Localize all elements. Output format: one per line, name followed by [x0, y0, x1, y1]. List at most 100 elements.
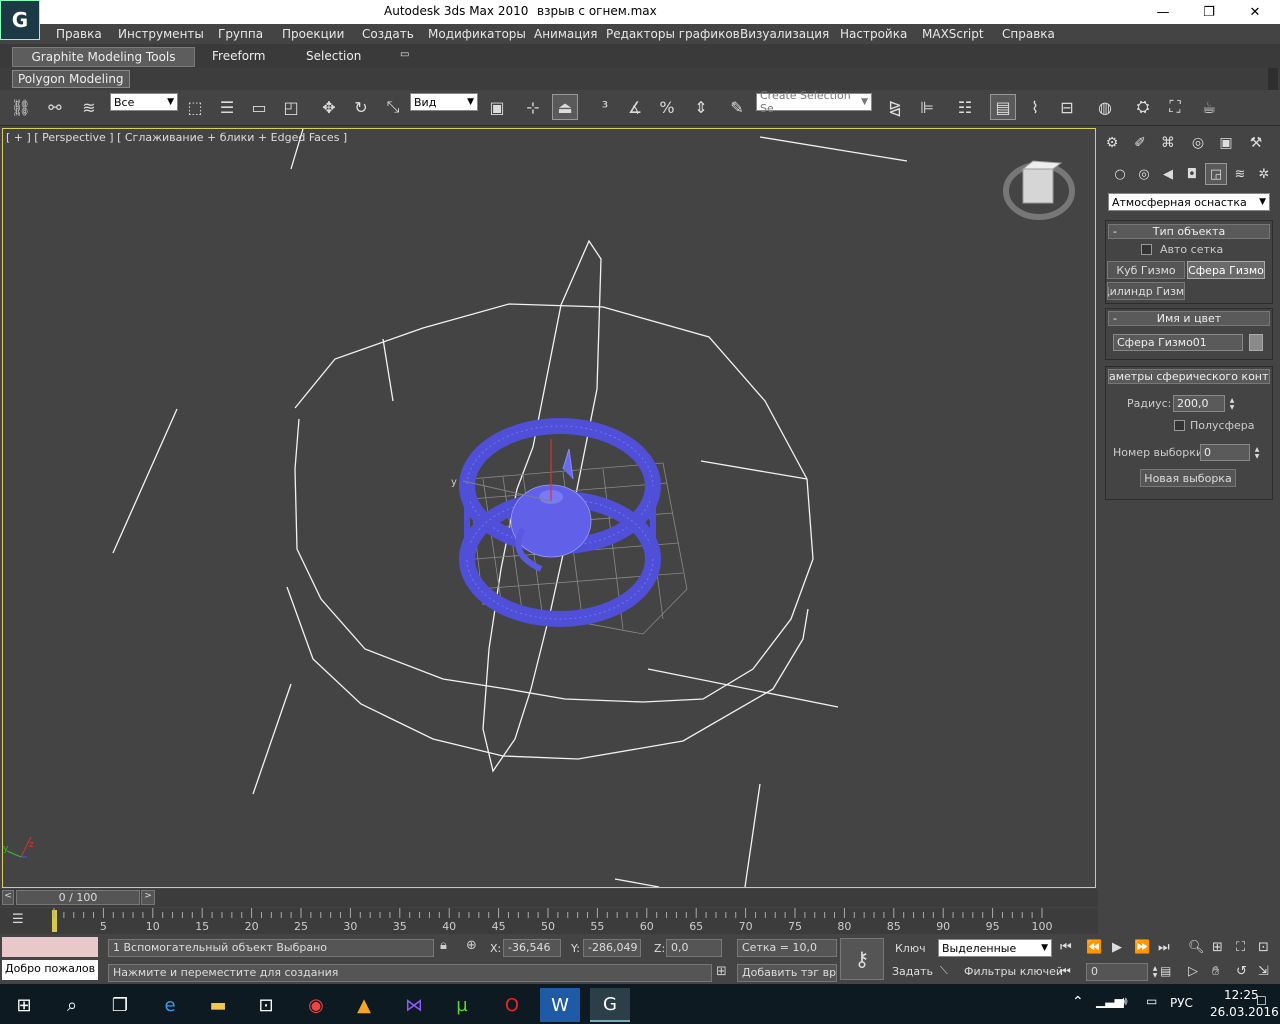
y-coordinate[interactable]: -286,049 — [583, 939, 641, 957]
menu-tools[interactable]: Инструменты — [118, 27, 204, 41]
utilities-tab-icon[interactable]: ⚒ — [1244, 132, 1268, 154]
chrome-icon[interactable]: ◉ — [296, 988, 336, 1022]
name-color-header[interactable]: - Имя и цвет — [1108, 311, 1270, 326]
close-button[interactable]: ✕ — [1232, 0, 1278, 24]
zoom-extents-all-icon[interactable]: ⊡ — [1258, 940, 1269, 955]
seed-input[interactable]: 0 — [1200, 444, 1250, 461]
maximize-viewport-icon[interactable]: ⇲ — [1258, 964, 1269, 979]
select-by-name-icon[interactable]: ☰ — [214, 94, 240, 120]
maxscript-listener-white[interactable]: Добро пожалов — [2, 960, 98, 980]
window-crossing-icon[interactable]: ◰ — [278, 94, 304, 120]
search-icon[interactable]: ⌕ — [52, 988, 92, 1022]
menu-graph-editors[interactable]: Редакторы графиков — [606, 27, 740, 41]
cylinder-gizmo-button[interactable]: Цилиндр Гизмо — [1107, 282, 1185, 300]
select-and-move-icon[interactable]: ✥ — [316, 94, 342, 120]
3dsmax-taskbar-icon[interactable]: G — [590, 988, 630, 1022]
object-type-header[interactable]: - Тип объекта — [1108, 224, 1270, 239]
file-explorer-icon[interactable]: ▬ — [198, 988, 238, 1022]
volume-icon[interactable]: 🔊︎ — [1120, 994, 1128, 1009]
input-language[interactable]: РУС — [1170, 996, 1193, 1010]
object-color-swatch[interactable] — [1249, 334, 1263, 351]
tab-graphite-modeling-tools[interactable]: Graphite Modeling Tools — [12, 47, 195, 67]
render-production-icon[interactable]: ☕ — [1196, 94, 1222, 120]
minimize-button[interactable]: — — [1140, 0, 1186, 24]
word-icon[interactable]: W — [540, 988, 580, 1022]
open-mini-curve-editor-icon[interactable]: ☰ — [12, 912, 30, 930]
viewcube-icon[interactable] — [1003, 160, 1075, 220]
render-setup-icon[interactable]: ⛭ — [1130, 94, 1156, 120]
z-coordinate[interactable]: 0,0 — [666, 939, 722, 957]
clock-date[interactable]: 26.03.2016 — [1210, 1005, 1279, 1019]
keyboard-shortcut-override-icon[interactable]: ⏏ — [552, 94, 578, 120]
new-seed-button[interactable]: Новая выборка — [1140, 469, 1236, 487]
store-icon[interactable]: ⊡ — [246, 988, 286, 1022]
tab-freeform[interactable]: Freeform — [204, 47, 273, 67]
helpers-icon[interactable]: ◲ — [1205, 163, 1227, 185]
percent-snap-icon[interactable]: % — [654, 94, 680, 120]
settings-gear-icon[interactable]: ⚙ — [1100, 132, 1124, 154]
ribbon-options-icon[interactable]: ▭ — [392, 47, 417, 67]
zoom-all-icon[interactable]: ⊞ — [1212, 940, 1223, 955]
key-mode-dropdown[interactable]: Выделенные ▼ — [938, 939, 1052, 957]
selection-filter-dropdown[interactable]: Все ▼ — [110, 93, 178, 111]
task-view-icon[interactable]: ❐ — [100, 988, 140, 1022]
hierarchy-tab-icon[interactable]: ⌘ — [1156, 132, 1180, 154]
sphere-gizmo-button[interactable]: Сфера Гизмо — [1187, 261, 1265, 279]
spinner-snap-icon[interactable]: ⇕ — [688, 94, 714, 120]
set-key-icon[interactable]: ⚷ — [840, 938, 884, 980]
absolute-mode-icon[interactable]: ⊕ — [466, 938, 477, 953]
time-slider-thumb[interactable]: 0 / 100 — [16, 890, 140, 905]
menu-edit[interactable]: Правка — [56, 27, 102, 41]
lock-selection-icon[interactable]: 🔒︎ — [440, 938, 447, 953]
systems-icon[interactable]: ✲ — [1253, 163, 1275, 185]
edge-browser-icon[interactable]: e — [150, 988, 190, 1022]
layer-manager-icon[interactable]: ☷ — [952, 94, 978, 120]
clock-time[interactable]: 12:25 — [1224, 988, 1259, 1002]
current-frame-field[interactable]: 0 — [1086, 963, 1148, 981]
angle-snap-icon[interactable]: ∡ — [622, 94, 648, 120]
mirror-icon[interactable]: ⧎ — [882, 94, 908, 120]
auto-key-button[interactable]: Ключ — [895, 942, 926, 955]
prev-frame-arrow-icon[interactable]: < — [2, 890, 14, 905]
menu-maxscript[interactable]: MAXScript — [922, 27, 984, 41]
display-tab-icon[interactable]: ▣ — [1214, 132, 1238, 154]
snaps-toggle-icon[interactable]: ³ — [592, 94, 618, 120]
select-and-scale-icon[interactable]: ⤡ — [380, 94, 406, 120]
add-time-tag[interactable]: Добавить тэг врем — [737, 964, 837, 982]
box-gizmo-button[interactable]: Куб Гизмо — [1107, 261, 1185, 279]
menu-help[interactable]: Справка — [1002, 27, 1055, 41]
unlink-selection-icon[interactable]: ⚯ — [42, 94, 68, 120]
create-tab-icon[interactable]: ✐ — [1128, 132, 1152, 154]
rendered-frame-window-icon[interactable]: ⛶ — [1162, 94, 1188, 120]
pivot-center-icon[interactable]: ▣ — [484, 94, 510, 120]
pan-view-icon[interactable]: ✋︎ — [1212, 964, 1219, 979]
category-dropdown[interactable]: Атмосферная оснастка ▼ — [1108, 193, 1270, 211]
x-coordinate[interactable]: -36,546 — [503, 939, 561, 957]
parameters-header[interactable]: аметры сферического контейн — [1108, 369, 1270, 384]
geometry-icon[interactable]: ○ — [1109, 163, 1131, 185]
polygon-modeling-button[interactable]: Polygon Modeling — [12, 70, 130, 88]
schematic-view-icon[interactable]: ⊟ — [1054, 94, 1080, 120]
seed-spinner-arrows[interactable]: ▲ ▼ — [1252, 444, 1262, 461]
viewport-label[interactable]: [ + ] [ Perspective ] [ Сглаживание + бл… — [6, 131, 347, 144]
select-and-rotate-icon[interactable]: ↻ — [348, 94, 374, 120]
radius-spinner-arrows[interactable]: ▲ ▼ — [1227, 395, 1237, 412]
ribbon-scrollbar[interactable] — [1268, 68, 1278, 90]
bind-to-space-warp-icon[interactable]: ≋ — [76, 94, 102, 120]
named-selection-sets-dropdown[interactable]: Create Selection Se ▼ — [756, 89, 872, 115]
maximize-button[interactable]: ❐ — [1186, 0, 1232, 24]
graphite-ribbon-toggle-icon[interactable]: ▤ — [990, 94, 1016, 120]
object-name-input[interactable]: Сфера Гизмо01 — [1113, 334, 1243, 351]
zoom-icon[interactable]: 🔍︎ — [1188, 940, 1205, 955]
edit-named-selection-icon[interactable]: ✎ — [724, 94, 750, 120]
next-frame-icon[interactable]: ⏩ — [1134, 940, 1150, 955]
field-of-view-icon[interactable]: ▷ — [1188, 964, 1198, 979]
curve-editor-icon[interactable]: ⌇ — [1022, 94, 1048, 120]
menu-modifiers[interactable]: Модификаторы — [428, 27, 526, 41]
hemisphere-checkbox[interactable] — [1174, 420, 1185, 431]
go-to-end-icon[interactable]: ⏭ — [1158, 940, 1170, 955]
lights-icon[interactable]: ◀ — [1157, 163, 1179, 185]
menu-animation[interactable]: Анимация — [534, 27, 597, 41]
go-to-start-icon[interactable]: ⏮ — [1060, 940, 1072, 955]
time-tag-icon[interactable]: ⊞ — [716, 964, 727, 979]
